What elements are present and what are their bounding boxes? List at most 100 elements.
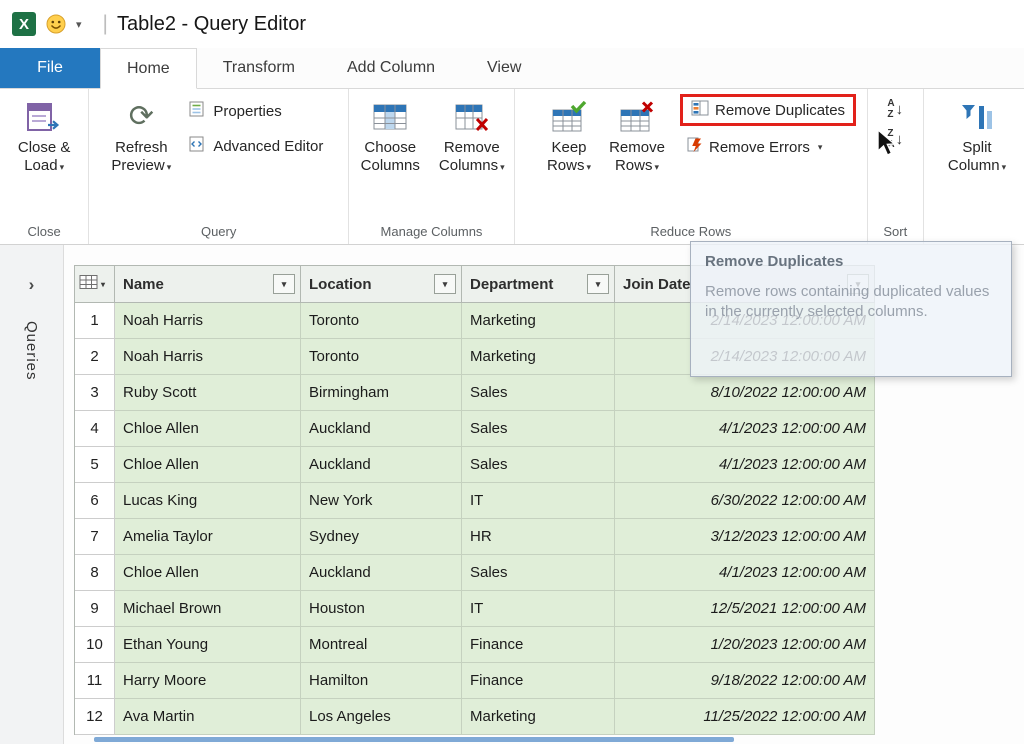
tab-add-column[interactable]: Add Column [321, 48, 461, 88]
split-column-icon [959, 98, 995, 136]
join-date-cell[interactable]: 12/5/2021 12:00:00 AM [615, 591, 875, 627]
location-cell[interactable]: New York [301, 483, 462, 519]
keep-rows-button[interactable]: Keep Rows▾ [537, 96, 601, 178]
choose-columns-button[interactable]: Choose Columns [353, 96, 428, 178]
remove-errors-button[interactable]: Remove Errors ▾ [683, 135, 856, 159]
join-date-cell[interactable]: 1/20/2023 12:00:00 AM [615, 627, 875, 663]
department-cell[interactable]: Sales [462, 411, 615, 447]
smiley-icon[interactable] [45, 13, 67, 35]
name-cell[interactable]: Noah Harris [115, 303, 301, 339]
tab-home[interactable]: Home [100, 48, 197, 89]
tab-view[interactable]: View [461, 48, 547, 88]
filter-button[interactable]: ▾ [587, 274, 609, 294]
name-cell[interactable]: Noah Harris [115, 339, 301, 375]
dropdown-icon: ▾ [586, 162, 591, 172]
refresh-preview-button[interactable]: ⟳ Refresh Preview▾ [101, 96, 181, 178]
department-cell[interactable]: Sales [462, 555, 615, 591]
row-number-cell[interactable]: 9 [75, 591, 115, 627]
row-number-cell[interactable]: 8 [75, 555, 115, 591]
join-date-cell[interactable]: 11/25/2022 12:00:00 AM [615, 699, 875, 735]
ribbon-tab-bar: File Home Transform Add Column View [0, 48, 1024, 89]
row-number-cell[interactable]: 1 [75, 303, 115, 339]
ribbon-group-split-column: Split Column▾ [924, 89, 1024, 244]
table-select-all-header[interactable]: ▾ [75, 266, 115, 303]
name-cell[interactable]: Harry Moore [115, 663, 301, 699]
department-cell[interactable]: Sales [462, 447, 615, 483]
department-cell[interactable]: Finance [462, 627, 615, 663]
location-cell[interactable]: Auckland [301, 447, 462, 483]
department-cell[interactable]: IT [462, 591, 615, 627]
department-cell[interactable]: HR [462, 519, 615, 555]
join-date-cell[interactable]: 9/18/2022 12:00:00 AM [615, 663, 875, 699]
remove-duplicates-button[interactable]: Remove Duplicates [680, 94, 856, 126]
location-cell[interactable]: Auckland [301, 555, 462, 591]
location-cell[interactable]: Birmingham [301, 375, 462, 411]
tab-file[interactable]: File [0, 48, 100, 88]
name-cell[interactable]: Michael Brown [115, 591, 301, 627]
join-date-cell[interactable]: 8/10/2022 12:00:00 AM [615, 375, 875, 411]
join-date-cell[interactable]: 3/12/2023 12:00:00 AM [615, 519, 875, 555]
join-date-cell[interactable]: 4/1/2023 12:00:00 AM [615, 447, 875, 483]
name-cell[interactable]: Amelia Taylor [115, 519, 301, 555]
filter-button[interactable]: ▾ [434, 274, 456, 294]
department-cell[interactable]: Marketing [462, 303, 615, 339]
horizontal-scrollbar[interactable] [94, 737, 734, 742]
row-number-cell[interactable]: 5 [75, 447, 115, 483]
location-cell[interactable]: Montreal [301, 627, 462, 663]
name-cell[interactable]: Ethan Young [115, 627, 301, 663]
name-cell[interactable]: Chloe Allen [115, 411, 301, 447]
remove-duplicates-tooltip: Remove Duplicates Remove rows containing… [690, 241, 1012, 377]
remove-columns-button[interactable]: Remove Columns▾ [434, 96, 510, 178]
name-cell[interactable]: Ava Martin [115, 699, 301, 735]
name-cell[interactable]: Chloe Allen [115, 447, 301, 483]
location-cell[interactable]: Sydney [301, 519, 462, 555]
group-label-sort: Sort [868, 224, 923, 239]
ribbon: Close & Load▾ Close ⟳ Refresh Preview▾ [0, 89, 1024, 245]
sort-ascending-button[interactable]: A Z ↓ [883, 98, 907, 121]
properties-icon [189, 101, 207, 121]
row-number-cell[interactable]: 7 [75, 519, 115, 555]
remove-rows-button[interactable]: Remove Rows▾ [601, 96, 673, 178]
join-date-cell[interactable]: 4/1/2023 12:00:00 AM [615, 555, 875, 591]
keep-rows-icon [551, 98, 587, 136]
location-cell[interactable]: Toronto [301, 303, 462, 339]
filter-button[interactable]: ▾ [273, 274, 295, 294]
join-date-cell[interactable]: 4/1/2023 12:00:00 AM [615, 411, 875, 447]
row-number-cell[interactable]: 12 [75, 699, 115, 735]
department-cell[interactable]: Finance [462, 663, 615, 699]
button-label: Remove [609, 139, 665, 157]
properties-button[interactable]: Properties [185, 99, 327, 123]
location-cell[interactable]: Houston [301, 591, 462, 627]
close-and-load-button[interactable]: Close & Load▾ [16, 96, 73, 178]
department-cell[interactable]: Sales [462, 375, 615, 411]
tab-transform[interactable]: Transform [197, 48, 321, 88]
button-label: Remove Errors [709, 139, 810, 156]
column-header-location[interactable]: Location ▾ [301, 266, 462, 303]
department-cell[interactable]: IT [462, 483, 615, 519]
row-number-cell[interactable]: 11 [75, 663, 115, 699]
location-cell[interactable]: Auckland [301, 411, 462, 447]
location-cell[interactable]: Toronto [301, 339, 462, 375]
row-number-cell[interactable]: 10 [75, 627, 115, 663]
queries-pane-label[interactable]: Queries [23, 321, 40, 381]
location-cell[interactable]: Hamilton [301, 663, 462, 699]
name-cell[interactable]: Chloe Allen [115, 555, 301, 591]
sort-letter: Z [887, 110, 894, 121]
row-number-cell[interactable]: 2 [75, 339, 115, 375]
row-number-cell[interactable]: 6 [75, 483, 115, 519]
department-cell[interactable]: Marketing [462, 699, 615, 735]
name-cell[interactable]: Lucas King [115, 483, 301, 519]
column-header-department[interactable]: Department ▾ [462, 266, 615, 303]
advanced-editor-button[interactable]: Advanced Editor [185, 134, 327, 158]
join-date-cell[interactable]: 6/30/2022 12:00:00 AM [615, 483, 875, 519]
row-number-cell[interactable]: 4 [75, 411, 115, 447]
quick-access-dropdown-icon[interactable]: ▾ [76, 18, 82, 31]
column-header-name[interactable]: Name ▾ [115, 266, 301, 303]
location-cell[interactable]: Los Angeles [301, 699, 462, 735]
row-number-cell[interactable]: 3 [75, 375, 115, 411]
expand-queries-icon[interactable]: › [29, 275, 35, 295]
split-column-button[interactable]: Split Column▾ [934, 96, 1020, 178]
department-cell[interactable]: Marketing [462, 339, 615, 375]
button-label: Refresh [115, 139, 168, 157]
name-cell[interactable]: Ruby Scott [115, 375, 301, 411]
